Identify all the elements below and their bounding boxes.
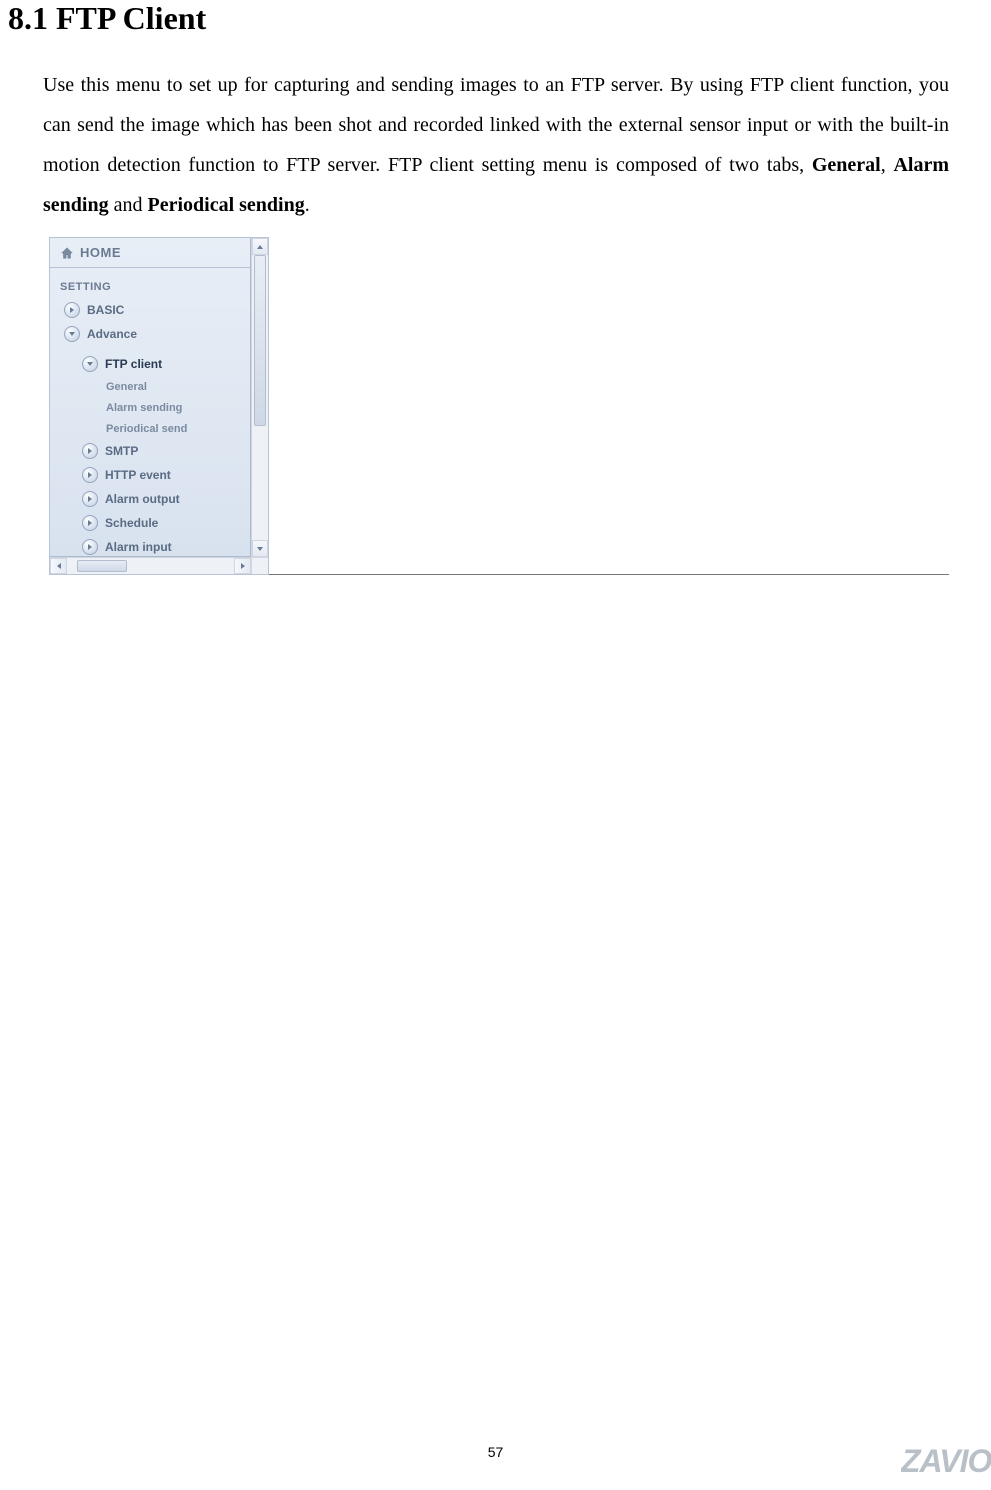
nav-home[interactable]: HOME: [50, 238, 250, 268]
para-text-2: ,: [881, 154, 894, 176]
nav-smtp[interactable]: SMTP: [50, 439, 250, 463]
chevron-right-icon: [82, 491, 98, 507]
nav-http-event-label: HTTP event: [105, 468, 171, 482]
scroll-up-arrow-icon[interactable]: [252, 238, 268, 255]
para-text-4: .: [305, 194, 310, 216]
chevron-right-icon: [82, 515, 98, 531]
nav-ftp-general-label: General: [106, 381, 147, 393]
scroll-down-arrow-icon[interactable]: [252, 540, 268, 557]
nav-alarm-input-label: Alarm input: [105, 540, 172, 554]
nav-alarm-input[interactable]: Alarm input: [50, 535, 250, 557]
page-number: 57: [0, 1444, 991, 1460]
nav-schedule-label: Schedule: [105, 516, 158, 530]
para-text-3: and: [109, 194, 148, 216]
hscroll-thumb[interactable]: [77, 560, 127, 572]
section-heading: 8.1 FTP Client: [8, 0, 949, 37]
vscroll-track[interactable]: [252, 255, 268, 540]
scroll-left-arrow-icon[interactable]: [50, 558, 67, 574]
settings-nav-screenshot: HOME SETTING BASIC Advance FTP client Ge…: [49, 237, 269, 575]
section-paragraph: Use this menu to set up for capturing an…: [43, 65, 949, 225]
para-bold-periodical: Periodical sending: [147, 194, 304, 216]
chevron-right-icon: [64, 302, 80, 318]
nav-alarm-output-label: Alarm output: [105, 492, 180, 506]
scrollbar-corner: [251, 557, 268, 574]
nav-advance[interactable]: Advance: [50, 322, 250, 346]
footer-brand-logo: ZAVIO: [901, 1443, 991, 1480]
chevron-down-icon: [82, 356, 98, 372]
nav-alarm-output[interactable]: Alarm output: [50, 487, 250, 511]
vertical-scrollbar[interactable]: [251, 238, 268, 557]
chevron-right-icon: [82, 467, 98, 483]
nav-basic[interactable]: BASIC: [50, 298, 250, 322]
vscroll-thumb[interactable]: [254, 255, 266, 426]
nav-ftp-periodical-sending[interactable]: Periodical send: [50, 418, 250, 439]
nav-ftp-alarm-sending[interactable]: Alarm sending: [50, 397, 250, 418]
horizontal-scrollbar[interactable]: [50, 557, 251, 574]
chevron-right-icon: [82, 539, 98, 555]
hscroll-track[interactable]: [67, 558, 234, 574]
nav-advance-label: Advance: [87, 327, 137, 341]
para-bold-general: General: [812, 154, 881, 176]
nav-ftp-alarm-sending-label: Alarm sending: [106, 402, 182, 414]
nav-ftp-client[interactable]: FTP client: [50, 352, 250, 376]
nav-ftp-general[interactable]: General: [50, 376, 250, 397]
nav-schedule[interactable]: Schedule: [50, 511, 250, 535]
nav-home-label: HOME: [80, 245, 121, 260]
chevron-down-icon: [64, 326, 80, 342]
nav-ftp-client-label: FTP client: [105, 357, 162, 371]
scroll-right-arrow-icon[interactable]: [234, 558, 251, 574]
nav-smtp-label: SMTP: [105, 444, 138, 458]
nav-setting-header: SETTING: [50, 276, 250, 298]
home-icon: [60, 246, 74, 260]
chevron-right-icon: [82, 443, 98, 459]
nav-http-event[interactable]: HTTP event: [50, 463, 250, 487]
nav-basic-label: BASIC: [87, 303, 124, 317]
nav-ftp-periodical-sending-label: Periodical send: [106, 423, 187, 435]
